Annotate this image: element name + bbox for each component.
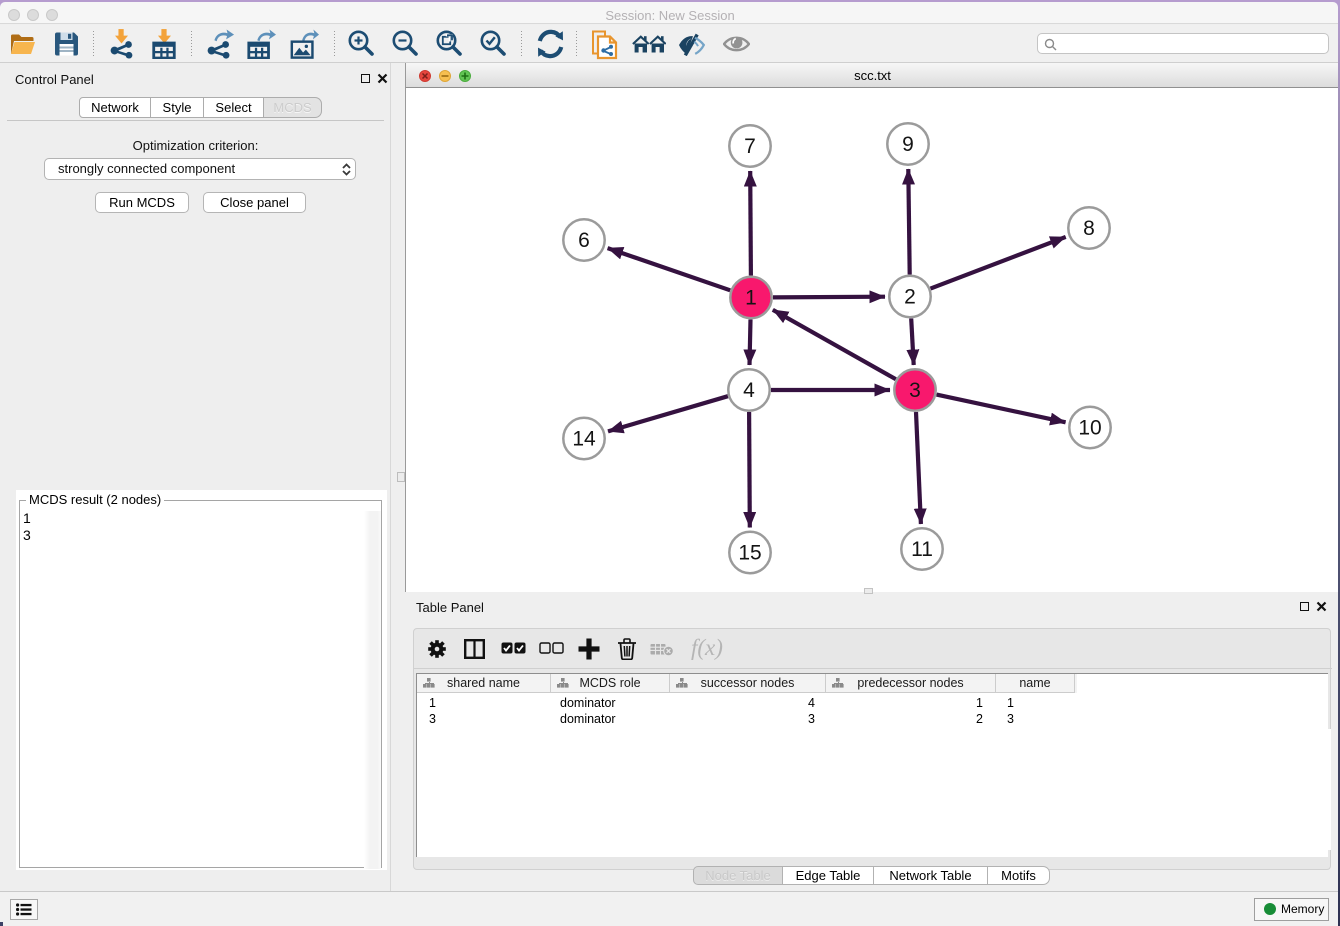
svg-text:1: 1 — [745, 287, 757, 310]
svg-text:15: 15 — [738, 542, 761, 565]
svg-text:9: 9 — [902, 133, 914, 156]
svg-text:8: 8 — [1083, 217, 1095, 240]
svg-text:10: 10 — [1078, 417, 1101, 440]
svg-text:14: 14 — [572, 428, 596, 451]
svg-text:3: 3 — [909, 379, 921, 402]
svg-text:6: 6 — [578, 229, 590, 252]
svg-text:4: 4 — [743, 379, 755, 402]
svg-text:11: 11 — [911, 538, 933, 561]
svg-text:7: 7 — [744, 135, 756, 158]
svg-text:2: 2 — [904, 286, 916, 309]
